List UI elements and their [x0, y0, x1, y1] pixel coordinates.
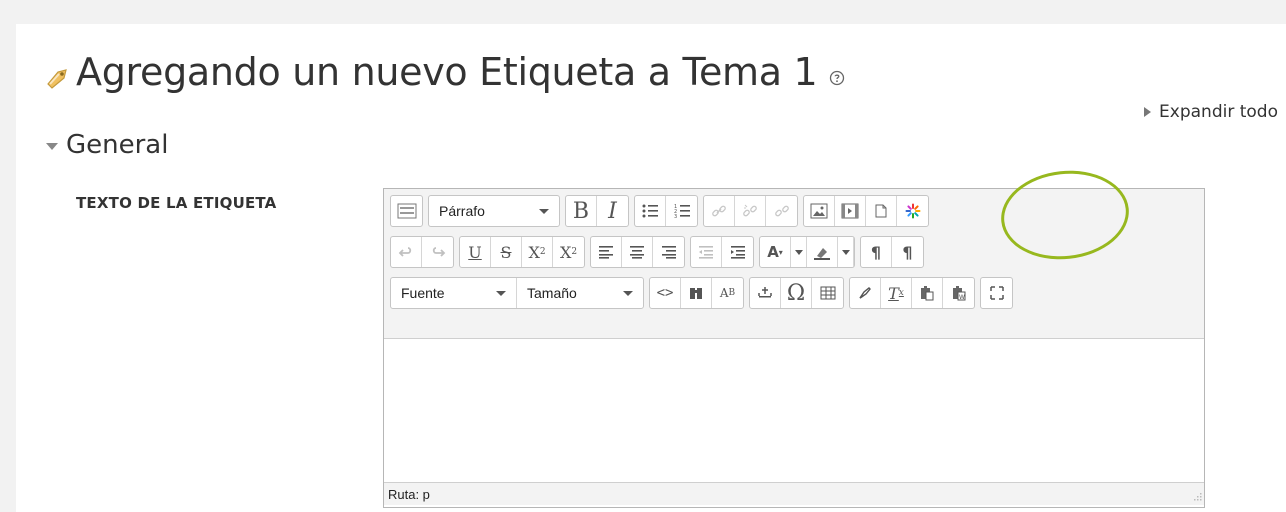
toolbar-group-insert: Ω: [749, 277, 844, 309]
align-left-icon[interactable]: [591, 237, 622, 267]
editor-content-area[interactable]: [384, 339, 1204, 483]
toolbar-group-direction: ¶ ¶: [860, 236, 924, 268]
caret-down-icon: [46, 142, 58, 150]
chevron-down-icon: [496, 290, 506, 296]
anchor-icon[interactable]: [766, 196, 797, 226]
toolbar-group-fullscreen: [980, 277, 1013, 309]
toolbar-group-toggle: [390, 195, 423, 227]
page-header: Agregando un nuevo Etiqueta a Tema 1: [44, 44, 845, 100]
strikethrough-icon[interactable]: S: [491, 237, 522, 267]
search-icon[interactable]: [681, 278, 712, 308]
fullscreen-icon[interactable]: [981, 278, 1012, 308]
background-color-icon[interactable]: [807, 237, 838, 267]
subscript-icon[interactable]: X2: [522, 237, 553, 267]
help-icon[interactable]: [829, 70, 845, 86]
expand-all-label: Expandir todo: [1159, 102, 1278, 122]
bold-icon[interactable]: B: [566, 196, 597, 226]
toolbar-group-textstyle: U S X2 X2: [459, 236, 585, 268]
font-select[interactable]: Fuente: [391, 278, 517, 308]
link-icon[interactable]: [704, 196, 735, 226]
image-icon[interactable]: [804, 196, 835, 226]
page-title: Agregando un nuevo Etiqueta a Tema 1: [76, 50, 818, 94]
undo-icon[interactable]: [391, 237, 422, 267]
resize-grip-icon[interactable]: [1190, 491, 1202, 503]
special-char-icon[interactable]: Ω: [781, 278, 812, 308]
outdent-icon[interactable]: [691, 237, 722, 267]
toolbar-group-media: [803, 195, 929, 227]
toolbar-group-align: [590, 236, 685, 268]
italic-icon[interactable]: I: [597, 196, 628, 226]
text-color-icon[interactable]: A ▾: [760, 237, 791, 267]
paste-text-icon[interactable]: [912, 278, 943, 308]
svg-text:W: W: [959, 294, 965, 301]
superscript-icon[interactable]: X2: [553, 237, 584, 267]
paragraph-select[interactable]: Párrafo: [428, 195, 560, 227]
background-color-dropdown[interactable]: [838, 237, 854, 267]
replace-icon[interactable]: AB: [712, 278, 743, 308]
table-icon[interactable]: [812, 278, 843, 308]
field-label: TEXTO DE LA ETIQUETA: [76, 194, 277, 212]
indent-icon[interactable]: [722, 237, 753, 267]
chevron-down-icon: [794, 249, 803, 255]
toolbar-group-links: [703, 195, 798, 227]
manage-files-icon[interactable]: [866, 196, 897, 226]
editor-statusbar: Ruta: p: [384, 483, 1204, 505]
toolbar-group-history: [390, 236, 454, 268]
toolbar-group-colors: A ▾: [759, 236, 855, 268]
paragraph-select-label: Párrafo: [439, 203, 485, 219]
svg-text:3: 3: [674, 214, 677, 219]
underline-icon[interactable]: U: [460, 237, 491, 267]
redo-icon[interactable]: [422, 237, 453, 267]
clear-formatting-icon[interactable]: [850, 278, 881, 308]
size-select-label: Tamaño: [527, 285, 577, 301]
font-select-label: Fuente: [401, 285, 445, 301]
rtl-icon[interactable]: ¶: [892, 237, 923, 267]
section-general-toggle[interactable]: General: [46, 130, 168, 160]
toolbar-group-lists: 123: [634, 195, 698, 227]
size-select[interactable]: Tamaño: [517, 278, 643, 308]
element-path: Ruta: p: [388, 486, 430, 502]
chevron-down-icon: [841, 249, 850, 255]
plugin-star-icon[interactable]: [897, 196, 928, 226]
expand-triangle-icon: [1144, 107, 1152, 117]
media-icon[interactable]: [835, 196, 866, 226]
text-color-dropdown[interactable]: [791, 237, 807, 267]
unlink-icon[interactable]: [735, 196, 766, 226]
remove-format-icon[interactable]: Tx: [881, 278, 912, 308]
ltr-icon[interactable]: ¶: [861, 237, 892, 267]
toolbar-group-tools: <> AB: [649, 277, 744, 309]
page-content: Agregando un nuevo Etiqueta a Tema 1 Exp…: [16, 24, 1286, 512]
paste-word-icon[interactable]: W: [943, 278, 974, 308]
chevron-down-icon: [539, 208, 549, 214]
numbered-list-icon[interactable]: 123: [666, 196, 697, 226]
toolbar-group-fonts: Fuente Tamaño: [390, 277, 644, 309]
toolbar-group-clean: Tx W: [849, 277, 975, 309]
anchor-char-icon[interactable]: [750, 278, 781, 308]
toolbar-row-3: Fuente Tamaño <> AB Ω T x W: [390, 276, 1198, 310]
align-right-icon[interactable]: [653, 237, 684, 267]
align-center-icon[interactable]: [622, 237, 653, 267]
section-title: General: [66, 130, 169, 160]
bullet-list-icon[interactable]: [635, 196, 666, 226]
expand-all-link[interactable]: Expandir todo: [1144, 102, 1278, 122]
toolbar-group-indent: [690, 236, 754, 268]
chevron-down-icon: [623, 290, 633, 296]
tag-icon: [47, 69, 67, 89]
toggle-toolbar-icon[interactable]: [391, 196, 422, 226]
html-code-icon[interactable]: <>: [650, 278, 681, 308]
toolbar-group-format: B I: [565, 195, 629, 227]
